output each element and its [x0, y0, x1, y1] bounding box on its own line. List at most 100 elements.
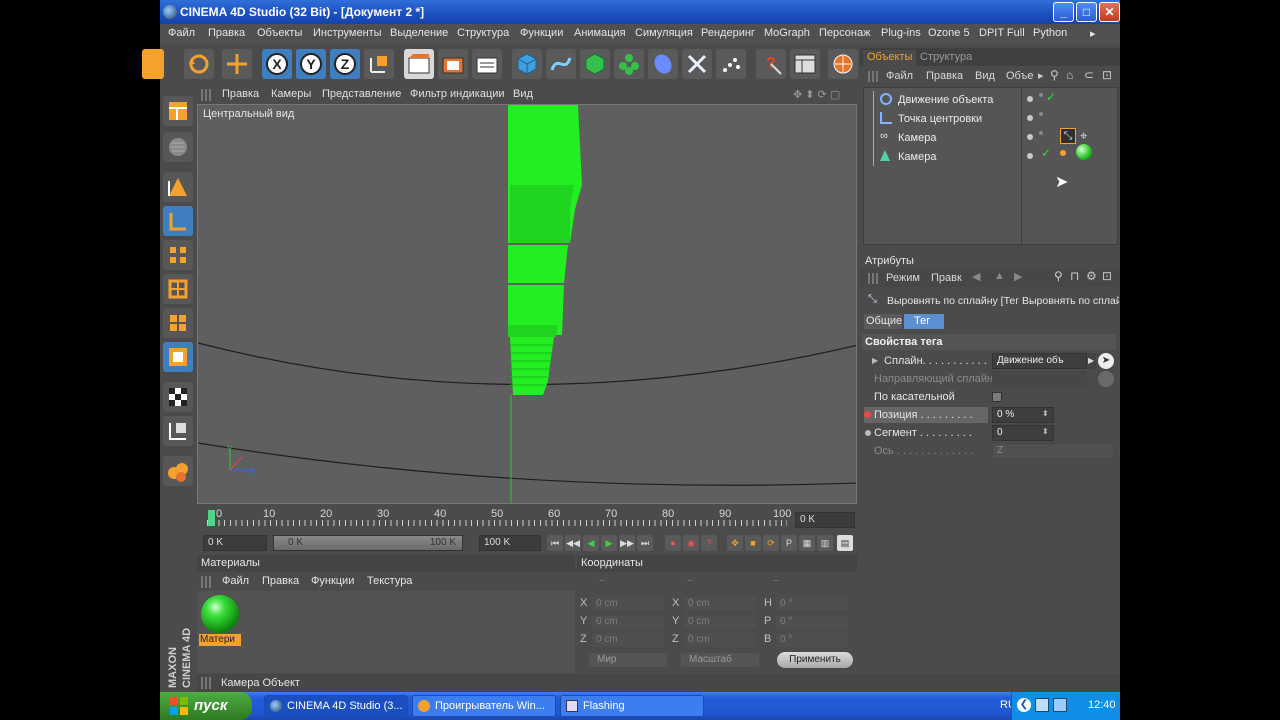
- material-tag-icon[interactable]: [1076, 144, 1092, 160]
- undo-icon[interactable]: [184, 49, 214, 79]
- visibility-dot[interactable]: [1027, 153, 1033, 159]
- search-icon[interactable]: ⚲: [1054, 269, 1063, 283]
- render-picture-icon[interactable]: [438, 49, 468, 79]
- materials-menu-texture[interactable]: Текстура: [367, 575, 412, 587]
- key-param-icon[interactable]: P: [781, 535, 797, 551]
- menu-mograph[interactable]: MoGraph: [764, 27, 810, 39]
- object-row-pivot[interactable]: Точка центровки: [864, 110, 1021, 128]
- array-icon[interactable]: [614, 49, 644, 79]
- key-position-icon[interactable]: ✥: [727, 535, 743, 551]
- minimize-button[interactable]: _: [1053, 2, 1074, 22]
- layout-icon[interactable]: [790, 49, 820, 79]
- menu-arrow-icon[interactable]: ▸: [1038, 69, 1044, 82]
- spline-pen-icon[interactable]: [546, 49, 576, 79]
- close-button[interactable]: ✕: [1099, 2, 1120, 22]
- align-to-spline-tag-icon[interactable]: ⤡: [1060, 128, 1076, 144]
- layout-tool-icon[interactable]: [163, 96, 193, 126]
- materials-menu-edit[interactable]: Правка: [262, 575, 299, 587]
- menu-dpit[interactable]: DPIT Full: [979, 27, 1025, 39]
- menu-python[interactable]: Python: [1033, 27, 1067, 39]
- lock-icon[interactable]: ⊓: [1070, 269, 1079, 283]
- forward-arrow-icon[interactable]: ▶: [1014, 270, 1022, 283]
- axis-x-button[interactable]: X: [262, 49, 292, 79]
- viewport-menu-filter[interactable]: Фильтр индикации: [410, 88, 505, 100]
- home-icon[interactable]: ⌂: [1066, 68, 1073, 82]
- checker-icon[interactable]: [163, 382, 193, 412]
- scheme-icon[interactable]: ▥: [817, 535, 833, 551]
- go-to-end-icon[interactable]: ⏭: [637, 535, 653, 551]
- key-scale-icon[interactable]: ■: [745, 535, 761, 551]
- menu-plugins[interactable]: Plug-ins: [881, 27, 921, 39]
- materials-menu-file[interactable]: Файл: [222, 575, 249, 587]
- viewport-menu-display[interactable]: Представление: [322, 88, 401, 100]
- volume-icon[interactable]: [1053, 698, 1067, 712]
- spline-link-field[interactable]: Движение объ: [992, 353, 1087, 369]
- taskbar-item-cinema4d[interactable]: CINEMA 4D Studio (3...: [264, 695, 408, 717]
- render-region-icon[interactable]: [828, 49, 858, 79]
- record-icon[interactable]: ●: [665, 535, 681, 551]
- autokey-icon[interactable]: ◉: [683, 535, 699, 551]
- menu-character[interactable]: Персонаж: [819, 27, 870, 39]
- render-view-icon[interactable]: [404, 49, 434, 79]
- coordinate-system-dropdown[interactable]: Мир: [589, 653, 667, 667]
- objects-menu-view[interactable]: Вид: [975, 70, 995, 82]
- tab-tag[interactable]: Тег: [904, 314, 944, 329]
- render-dot[interactable]: [1039, 131, 1043, 135]
- keyframe-dot-icon[interactable]: [864, 411, 871, 418]
- attributes-menu-edit[interactable]: Правк: [931, 272, 962, 284]
- current-frame-field[interactable]: 0 K: [795, 512, 855, 528]
- tangential-checkbox[interactable]: [992, 392, 1002, 402]
- position-x-field[interactable]: 0 cm: [592, 597, 664, 611]
- move-tool-icon[interactable]: [222, 49, 252, 79]
- rail-spline-field[interactable]: [992, 371, 1087, 387]
- visibility-dot[interactable]: [1027, 115, 1033, 121]
- timeline-window-icon[interactable]: ▤: [837, 535, 853, 551]
- tab-structure[interactable]: Структура: [916, 50, 976, 66]
- menu-file[interactable]: Файл: [168, 27, 195, 39]
- visibility-dot[interactable]: [1027, 134, 1033, 140]
- viewport-nav-icons[interactable]: ✥ ⬍ ⟳ ▢: [793, 88, 840, 101]
- sculpt-icon[interactable]: [163, 456, 193, 486]
- objects-menu-file[interactable]: Файл: [886, 70, 913, 82]
- rotation-b-field[interactable]: 0 °: [776, 633, 848, 647]
- maximize-button[interactable]: □: [1076, 2, 1097, 22]
- render-settings-icon[interactable]: [472, 49, 502, 79]
- render-dot[interactable]: [1039, 112, 1043, 116]
- go-to-start-icon[interactable]: ⏮: [547, 535, 563, 551]
- viewport-menu-view[interactable]: Вид: [513, 88, 533, 100]
- menu-edit[interactable]: Правка: [208, 27, 245, 39]
- enabled-check-icon[interactable]: ✓: [1041, 146, 1051, 160]
- play-icon[interactable]: ▶: [601, 535, 617, 551]
- pick-cursor-icon[interactable]: [1098, 371, 1114, 387]
- workplane-icon[interactable]: [163, 416, 193, 446]
- end-frame-field[interactable]: 100 K: [479, 535, 541, 551]
- size-z-field[interactable]: 0 cm: [684, 633, 756, 647]
- position-z-field[interactable]: 0 cm: [592, 633, 664, 647]
- key-pla-icon[interactable]: ▦: [799, 535, 815, 551]
- menu-structure[interactable]: Структура: [457, 27, 509, 39]
- key-rotation-icon[interactable]: ⟳: [763, 535, 779, 551]
- size-y-field[interactable]: 0 cm: [684, 615, 756, 629]
- enabled-check-icon[interactable]: ✓: [1046, 90, 1056, 104]
- time-cursor-marker[interactable]: [208, 510, 215, 526]
- nurbs-icon[interactable]: [580, 49, 610, 79]
- preview-range-slider[interactable]: 0 K 100 K: [273, 535, 463, 551]
- texture-mode-icon[interactable]: [163, 132, 193, 162]
- partial-tool-icon[interactable]: [142, 49, 164, 79]
- uv-mode-icon[interactable]: [163, 342, 193, 372]
- tray-arrow-icon[interactable]: ❮: [1017, 698, 1031, 712]
- objects-menu-edit[interactable]: Правка: [926, 70, 963, 82]
- settings-icon[interactable]: ⚙: [1086, 269, 1097, 283]
- object-row-camera-1[interactable]: ∞ Камера: [864, 129, 1021, 147]
- taskbar-item-media-player[interactable]: Проигрыватель Win...: [412, 695, 556, 717]
- render-dot[interactable]: [1039, 93, 1043, 97]
- size-x-field[interactable]: 0 cm: [684, 597, 756, 611]
- stepper-icon[interactable]: ⬍: [1042, 409, 1049, 418]
- axis-y-button[interactable]: Y: [296, 49, 326, 79]
- visibility-dot[interactable]: [1027, 96, 1033, 102]
- viewport[interactable]: Центральный вид Y Z: [197, 104, 857, 504]
- position-y-field[interactable]: 0 cm: [592, 615, 664, 629]
- taskbar-item-flashing[interactable]: Flashing: [560, 695, 704, 717]
- menu-objects[interactable]: Объекты: [257, 27, 302, 39]
- menu-animation[interactable]: Анимация: [574, 27, 626, 39]
